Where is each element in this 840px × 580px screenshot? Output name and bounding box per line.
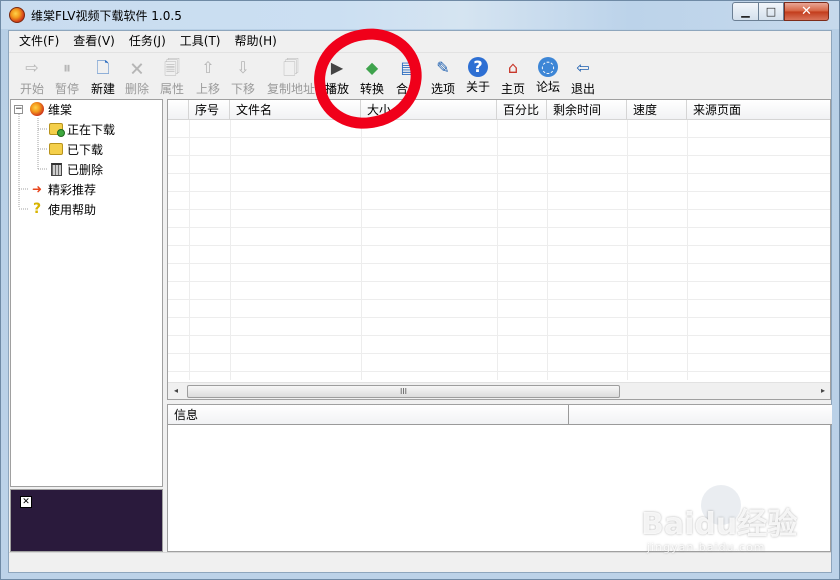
tree-item-label: 精彩推荐: [48, 182, 97, 197]
move-up-button[interactable]: ⇧ 上移: [193, 55, 223, 99]
arrow-right-icon: ➜: [31, 182, 43, 196]
pause-button[interactable]: ⏸ 暂停: [52, 55, 82, 99]
move-up-icon: ⇧: [201, 58, 215, 77]
tree-item-deleted[interactable]: 已删除: [48, 160, 103, 178]
forum-button[interactable]: ◌ 论坛: [533, 55, 563, 99]
tree-item-label: 正在下载: [67, 122, 116, 137]
pause-button-label: 暂停: [54, 82, 79, 96]
scroll-left-icon[interactable]: ◂: [174, 386, 178, 395]
title-bar[interactable]: 维棠FLV视频下载软件 1.0.5 ▁ □ ✕: [1, 1, 839, 29]
maximize-button[interactable]: □: [758, 2, 784, 21]
homepage-button[interactable]: ⌂ 主页: [498, 55, 528, 99]
options-icon: ✎: [436, 58, 450, 77]
watermark-logo: Baidu经验: [641, 507, 798, 542]
download-task-list[interactable]: 序号 文件名 大小 百分比 剩余时间 速度 来源页面 ◂ III ▸: [167, 99, 831, 400]
tree-root-expander[interactable]: −: [14, 105, 23, 114]
tree-item-label: 已下载: [67, 142, 104, 157]
minimize-button[interactable]: ▁: [732, 2, 759, 21]
column-header-speed[interactable]: 速度: [627, 100, 687, 120]
delete-icon: 🗙: [130, 58, 144, 77]
forum-button-label: 论坛: [535, 80, 560, 94]
delete-button[interactable]: 🗙 删除: [122, 55, 152, 99]
tree-item-downloading[interactable]: 正在下载: [48, 120, 115, 138]
copy-address-button-label: 复制地址: [266, 82, 315, 96]
column-header-remaining-time[interactable]: 剩余时间: [547, 100, 627, 120]
help-icon: ?: [468, 57, 488, 77]
options-button-label: 选项: [430, 82, 455, 96]
task-list-header: 序号 文件名 大小 百分比 剩余时间 速度 来源页面: [168, 100, 830, 120]
menu-bar: 文件(F) 查看(V) 任务(J) 工具(T) 帮助(H): [9, 31, 831, 51]
ad-close-button[interactable]: ✕: [20, 496, 32, 508]
properties-icon: 🗐: [164, 58, 180, 77]
tree-item-label: 使用帮助: [48, 202, 97, 217]
app-logo-icon: [29, 101, 45, 117]
exit-icon: ⇦: [576, 58, 590, 77]
start-button-label: 开始: [19, 82, 44, 96]
trash-icon: [48, 161, 64, 177]
menu-tools[interactable]: 工具(T): [173, 31, 228, 51]
column-header-checkbox[interactable]: [168, 100, 189, 120]
column-header-info[interactable]: 信息: [168, 405, 569, 425]
app-logo-icon: [9, 7, 25, 23]
tree-item-recommended[interactable]: ➜ 精彩推荐: [29, 180, 96, 198]
scroll-right-icon[interactable]: ▸: [821, 386, 825, 395]
new-button[interactable]: 🗋 新建: [88, 55, 118, 99]
options-button[interactable]: ✎ 选项: [428, 55, 458, 99]
downloading-folder-icon: [48, 121, 65, 137]
column-header-percent[interactable]: 百分比: [497, 100, 547, 120]
start-button[interactable]: ⇨ 开始: [17, 55, 47, 99]
folder-icon: [48, 141, 64, 157]
baidu-watermark: Baidu经验 jingyan.baidu.com: [641, 499, 797, 554]
new-button-label: 新建: [90, 82, 115, 96]
column-header-info-detail[interactable]: [569, 405, 832, 425]
delete-button-label: 删除: [124, 82, 149, 96]
tree-item-downloaded[interactable]: 已下载: [48, 140, 103, 158]
copy-icon: 🗍: [283, 58, 299, 77]
ad-panel: ✕: [10, 489, 163, 552]
pause-icon: ⏸: [62, 58, 71, 77]
move-down-icon: ⇩: [236, 58, 250, 77]
new-file-icon: 🗋: [96, 58, 110, 77]
move-down-button[interactable]: ⇩ 下移: [228, 55, 258, 99]
properties-button[interactable]: 🗐 属性: [157, 55, 187, 99]
move-up-button-label: 上移: [195, 82, 220, 96]
horizontal-scrollbar[interactable]: ◂ III ▸: [168, 382, 830, 399]
tree-item-help[interactable]: ? 使用帮助: [29, 200, 96, 218]
tree-root[interactable]: 维棠: [29, 100, 72, 118]
tree-item-label: 已删除: [67, 162, 104, 177]
scrollbar-thumb[interactable]: III: [187, 385, 620, 398]
close-button[interactable]: ✕: [784, 2, 829, 21]
play-icon: ⇨: [25, 58, 39, 77]
menu-view[interactable]: 查看(V): [66, 31, 122, 51]
category-tree: − 维棠 正在下载 已下载 已删除 ➜ 精彩推荐 ? 使用帮助: [10, 99, 163, 487]
about-button[interactable]: ? 关于: [463, 55, 493, 99]
column-header-index[interactable]: 序号: [189, 100, 230, 120]
about-button-label: 关于: [465, 80, 490, 94]
properties-button-label: 属性: [159, 82, 184, 96]
homepage-button-label: 主页: [500, 82, 525, 96]
info-header: 信息: [168, 405, 832, 425]
tree-root-label: 维棠: [48, 102, 73, 117]
copy-address-button[interactable]: 🗍 复制地址: [264, 55, 318, 99]
grip-icon: III: [399, 387, 408, 396]
menu-help[interactable]: 帮助(H): [227, 31, 283, 51]
exit-button-label: 退出: [570, 82, 595, 96]
column-header-source-page[interactable]: 来源页面: [687, 100, 830, 120]
question-icon: ?: [32, 201, 42, 217]
forum-icon: ◌: [538, 57, 558, 77]
menu-task[interactable]: 任务(J): [122, 31, 173, 51]
home-icon: ⌂: [507, 58, 519, 77]
menu-file[interactable]: 文件(F): [12, 31, 66, 51]
window-title: 维棠FLV视频下载软件 1.0.5: [31, 9, 182, 23]
exit-button[interactable]: ⇦ 退出: [568, 55, 598, 99]
status-bar: [9, 552, 831, 572]
move-down-button-label: 下移: [230, 82, 255, 96]
app-window: 维棠FLV视频下载软件 1.0.5 ▁ □ ✕ 文件(F) 查看(V) 任务(J…: [0, 0, 840, 580]
